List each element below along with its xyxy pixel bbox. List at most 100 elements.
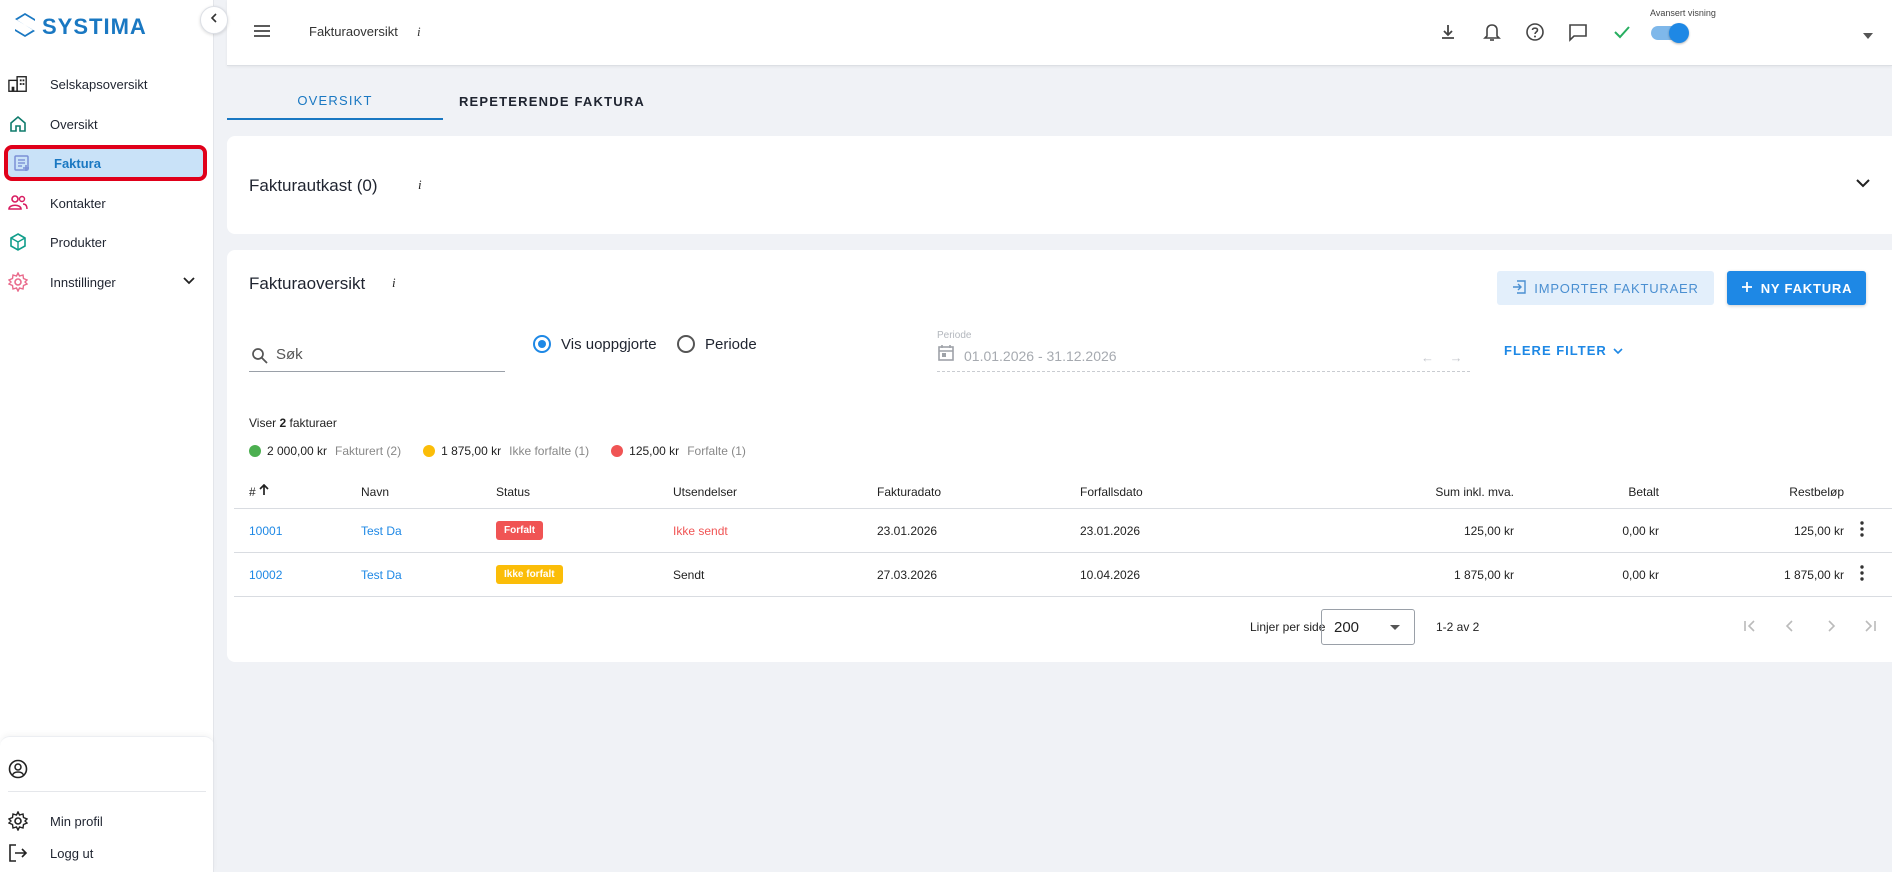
header-label: #	[249, 484, 256, 499]
invoice-number-link[interactable]: 10002	[249, 553, 282, 596]
row-menu-button[interactable]	[1852, 553, 1872, 596]
chat-icon[interactable]	[1567, 21, 1589, 43]
info-icon[interactable]: i	[392, 275, 396, 291]
paid-amount: 0,00 kr	[1622, 523, 1659, 538]
import-icon	[1512, 279, 1526, 297]
due-date: 23.01.2026	[1080, 523, 1141, 538]
collapse-sidebar-button[interactable]	[200, 6, 228, 34]
radio-period[interactable]: Periode	[677, 335, 757, 353]
total-overdue: 125,00 kr Forfalte (1)	[611, 444, 746, 458]
next-page-icon[interactable]	[1823, 618, 1839, 639]
info-icon[interactable]: i	[417, 24, 421, 40]
systima-logo-icon	[14, 12, 36, 43]
tab-repeterende-faktura[interactable]: REPETERENDE FAKTURA	[443, 82, 661, 120]
logo[interactable]: SYSTIMA	[14, 12, 147, 42]
sidebar-item-logg-ut[interactable]: Logg ut	[0, 837, 210, 869]
period-field[interactable]: Periode 01.01.2026 - 31.12.2026 ← →	[937, 330, 1470, 372]
more-vertical-icon	[1860, 565, 1864, 584]
header-number[interactable]: #	[249, 475, 270, 508]
toggle-knob	[1669, 23, 1689, 43]
table-row[interactable]: 10001 Test Da Forfalt Ikke sendt 23.01.2…	[234, 509, 1892, 553]
sidebar-item-label: Faktura	[54, 155, 101, 171]
sidebar: SYSTIMA Selskapsoversikt Oversikt Faktur…	[0, 0, 228, 872]
bell-icon[interactable]	[1481, 21, 1503, 43]
header-dispatches[interactable]: Utsendelser	[673, 475, 737, 508]
radio-show-unsettled[interactable]: Vis uoppgjorte	[533, 335, 657, 353]
sidebar-item-min-profil[interactable]: Min profil	[0, 805, 210, 837]
sidebar-item-faktura[interactable]: Faktura	[4, 145, 207, 181]
header-name[interactable]: Navn	[361, 475, 389, 508]
sidebar-item-selskapsoversikt[interactable]: Selskapsoversikt	[0, 68, 210, 100]
row-menu-button[interactable]	[1852, 509, 1872, 552]
header-invoice-date[interactable]: Fakturadato	[877, 475, 941, 508]
check-icon[interactable]	[1611, 21, 1633, 43]
first-page-icon[interactable]	[1742, 618, 1758, 639]
search-icon	[251, 347, 269, 370]
logo-text: SYSTIMA	[42, 14, 147, 39]
advanced-view-toggle[interactable]	[1651, 23, 1689, 43]
period-arrows[interactable]: ← →	[1421, 350, 1469, 365]
total-amount: 1 875,00 kr	[441, 444, 502, 458]
info-icon[interactable]: i	[418, 177, 422, 193]
menu-icon[interactable]	[252, 21, 272, 46]
settings-gear-icon	[8, 272, 28, 292]
user-circle-icon	[8, 759, 28, 779]
header-due-date[interactable]: Forfallsdato	[1080, 475, 1143, 508]
page-info: 1-2 av 2	[1436, 620, 1480, 634]
sidebar-item-oversikt[interactable]: Oversikt	[0, 108, 210, 140]
search-input[interactable]	[276, 346, 496, 363]
buildings-icon	[8, 74, 28, 94]
customer-name-link[interactable]: Test Da	[361, 553, 402, 596]
download-icon[interactable]	[1437, 21, 1459, 43]
invoice-date: 23.01.2026	[877, 523, 938, 538]
table-header: # Navn Status Utsendelser Fakturadato Fo…	[234, 475, 1892, 509]
sidebar-item-produkter[interactable]: Produkter	[0, 226, 210, 258]
header-remaining[interactable]: Restbeløp	[1674, 475, 1844, 508]
sidebar-item-innstillinger[interactable]: Innstillinger	[0, 266, 210, 298]
total-amount: 125,00 kr	[629, 444, 680, 458]
count-prefix: Viser	[249, 416, 280, 430]
sidebar-item-label: Kontakter	[50, 195, 106, 211]
last-page-icon[interactable]	[1862, 618, 1878, 639]
sidebar-item-user[interactable]	[0, 753, 210, 785]
drafts-panel[interactable]: Fakturautkast (0) i	[227, 136, 1892, 234]
header-sum[interactable]: Sum inkl. mva.	[1254, 475, 1514, 508]
period-value: 01.01.2026 - 31.12.2026	[964, 348, 1117, 364]
search-field[interactable]	[249, 344, 505, 372]
invoice-number-link[interactable]: 10001	[249, 509, 282, 552]
more-filters-button[interactable]: FLERE FILTER	[1504, 343, 1623, 358]
dispatch-status: Ikke sendt	[673, 523, 728, 538]
customer-name-link[interactable]: Test Da	[361, 509, 402, 552]
due-date: 10.04.2026	[1080, 567, 1141, 582]
import-invoices-button[interactable]: IMPORTER FAKTURAER	[1497, 271, 1714, 305]
chevron-down-icon[interactable]	[1855, 176, 1871, 194]
home-icon	[8, 114, 28, 134]
sidebar-item-label: Innstillinger	[50, 274, 116, 290]
invoice-table: # Navn Status Utsendelser Fakturadato Fo…	[234, 475, 1892, 597]
new-invoice-button[interactable]: NY FAKTURA	[1727, 271, 1866, 305]
toggle-label: Avansert visning	[1650, 8, 1716, 18]
header-status[interactable]: Status	[496, 475, 530, 508]
rows-per-page-label: Linjer per side	[1250, 620, 1326, 634]
divider	[8, 791, 206, 792]
radio-label: Periode	[705, 335, 757, 353]
chevron-down-icon	[1613, 343, 1623, 358]
help-icon[interactable]	[1524, 21, 1546, 43]
count-suffix: fakturaer	[286, 416, 337, 430]
new-label: NY FAKTURA	[1760, 280, 1853, 296]
top-bar: Fakturaoversikt i Avansert visning	[227, 0, 1892, 66]
caret-down-icon	[1390, 625, 1400, 630]
sidebar-item-kontakter[interactable]: Kontakter	[0, 187, 210, 219]
table-row[interactable]: 10002 Test Da Ikke forfalt Sendt 27.03.2…	[234, 553, 1892, 597]
total-invoiced: 2 000,00 kr Fakturert (2)	[249, 444, 401, 458]
caret-down-icon[interactable]	[1863, 26, 1873, 44]
logout-icon	[8, 843, 28, 863]
period-label: Periode	[937, 330, 972, 341]
paid-amount: 0,00 kr	[1622, 567, 1659, 582]
rows-per-page-select[interactable]: 200	[1321, 609, 1415, 645]
header-paid[interactable]: Betalt	[1534, 475, 1659, 508]
tab-oversikt[interactable]: OVERSIKT	[227, 82, 443, 120]
sum-amount: 125,00 kr	[1463, 523, 1514, 538]
sidebar-item-label: Min profil	[50, 813, 103, 829]
prev-page-icon[interactable]	[1782, 618, 1798, 639]
